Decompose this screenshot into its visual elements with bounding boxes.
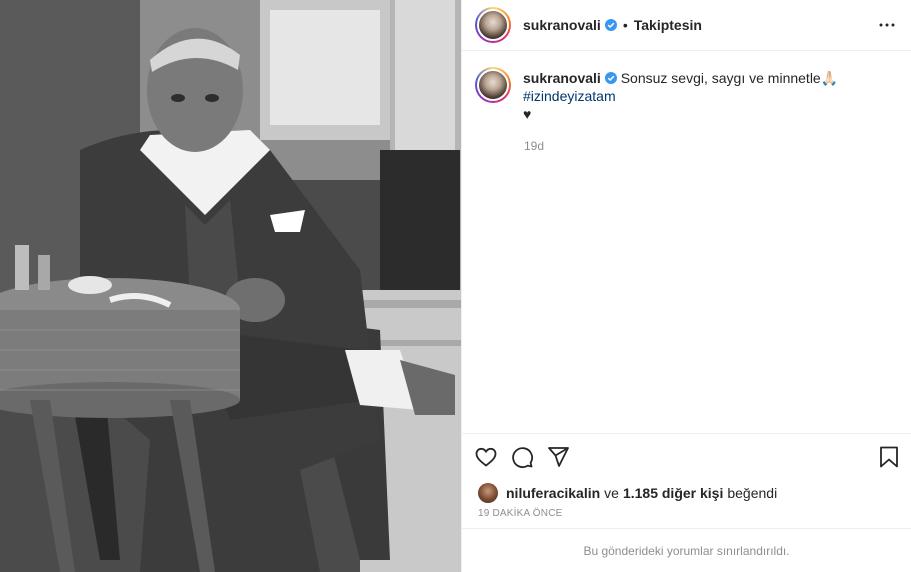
verified-badge-icon bbox=[604, 19, 617, 31]
likes-suffix: beğendi bbox=[727, 485, 778, 501]
caption-avatar[interactable] bbox=[475, 67, 511, 103]
caption-heart: ♥ bbox=[523, 106, 532, 122]
caption-avatar-image bbox=[477, 69, 509, 101]
liker-avatar[interactable] bbox=[478, 483, 498, 503]
post-header: sukranovali • Takiptesin bbox=[462, 0, 911, 51]
post-date[interactable]: 19 DAKİKA ÖNCE bbox=[462, 506, 911, 528]
liker-username[interactable]: niluferacikalin bbox=[506, 485, 600, 501]
caption-username[interactable]: sukranovali bbox=[523, 70, 601, 86]
likes-summary: niluferacikalin ve 1.185 diğer kişi beğe… bbox=[462, 480, 911, 506]
verified-badge-icon bbox=[604, 72, 617, 84]
post-modal: sukranovali • Takiptesin sukranovali Son… bbox=[0, 0, 911, 572]
comment-icon[interactable] bbox=[510, 445, 534, 469]
caption-area: sukranovali Sonsuz sevgi, saygı ve minne… bbox=[462, 51, 911, 433]
caption-row: sukranovali Sonsuz sevgi, saygı ve minne… bbox=[475, 67, 895, 123]
header-separator: • bbox=[622, 17, 628, 33]
likes-others-count[interactable]: 1.185 diğer kişi bbox=[623, 485, 723, 501]
action-bar bbox=[462, 433, 911, 480]
author-avatar-image bbox=[477, 9, 509, 41]
bookmark-icon[interactable] bbox=[877, 445, 901, 469]
photo-illustration bbox=[0, 0, 461, 572]
post-side-panel: sukranovali • Takiptesin sukranovali Son… bbox=[461, 0, 911, 572]
caption-time-ago[interactable]: 19d bbox=[524, 139, 895, 153]
caption-hashtag[interactable]: #izindeyizatam bbox=[523, 88, 616, 104]
caption-text: sukranovali Sonsuz sevgi, saygı ve minne… bbox=[523, 67, 895, 123]
post-photo[interactable] bbox=[0, 0, 461, 572]
follow-status-button[interactable]: Takiptesin bbox=[634, 17, 702, 33]
caption-body: Sonsuz sevgi, saygı ve minnetle🙏🏻 bbox=[620, 70, 839, 86]
likes-connector: ve bbox=[604, 485, 619, 501]
comments-limited-notice: Bu gönderideki yorumlar sınırlandırıldı. bbox=[462, 528, 911, 572]
author-avatar[interactable] bbox=[475, 7, 511, 43]
author-username[interactable]: sukranovali bbox=[523, 17, 601, 33]
share-icon[interactable] bbox=[546, 445, 570, 469]
heart-icon[interactable] bbox=[474, 445, 498, 469]
more-options-icon[interactable] bbox=[875, 13, 899, 37]
